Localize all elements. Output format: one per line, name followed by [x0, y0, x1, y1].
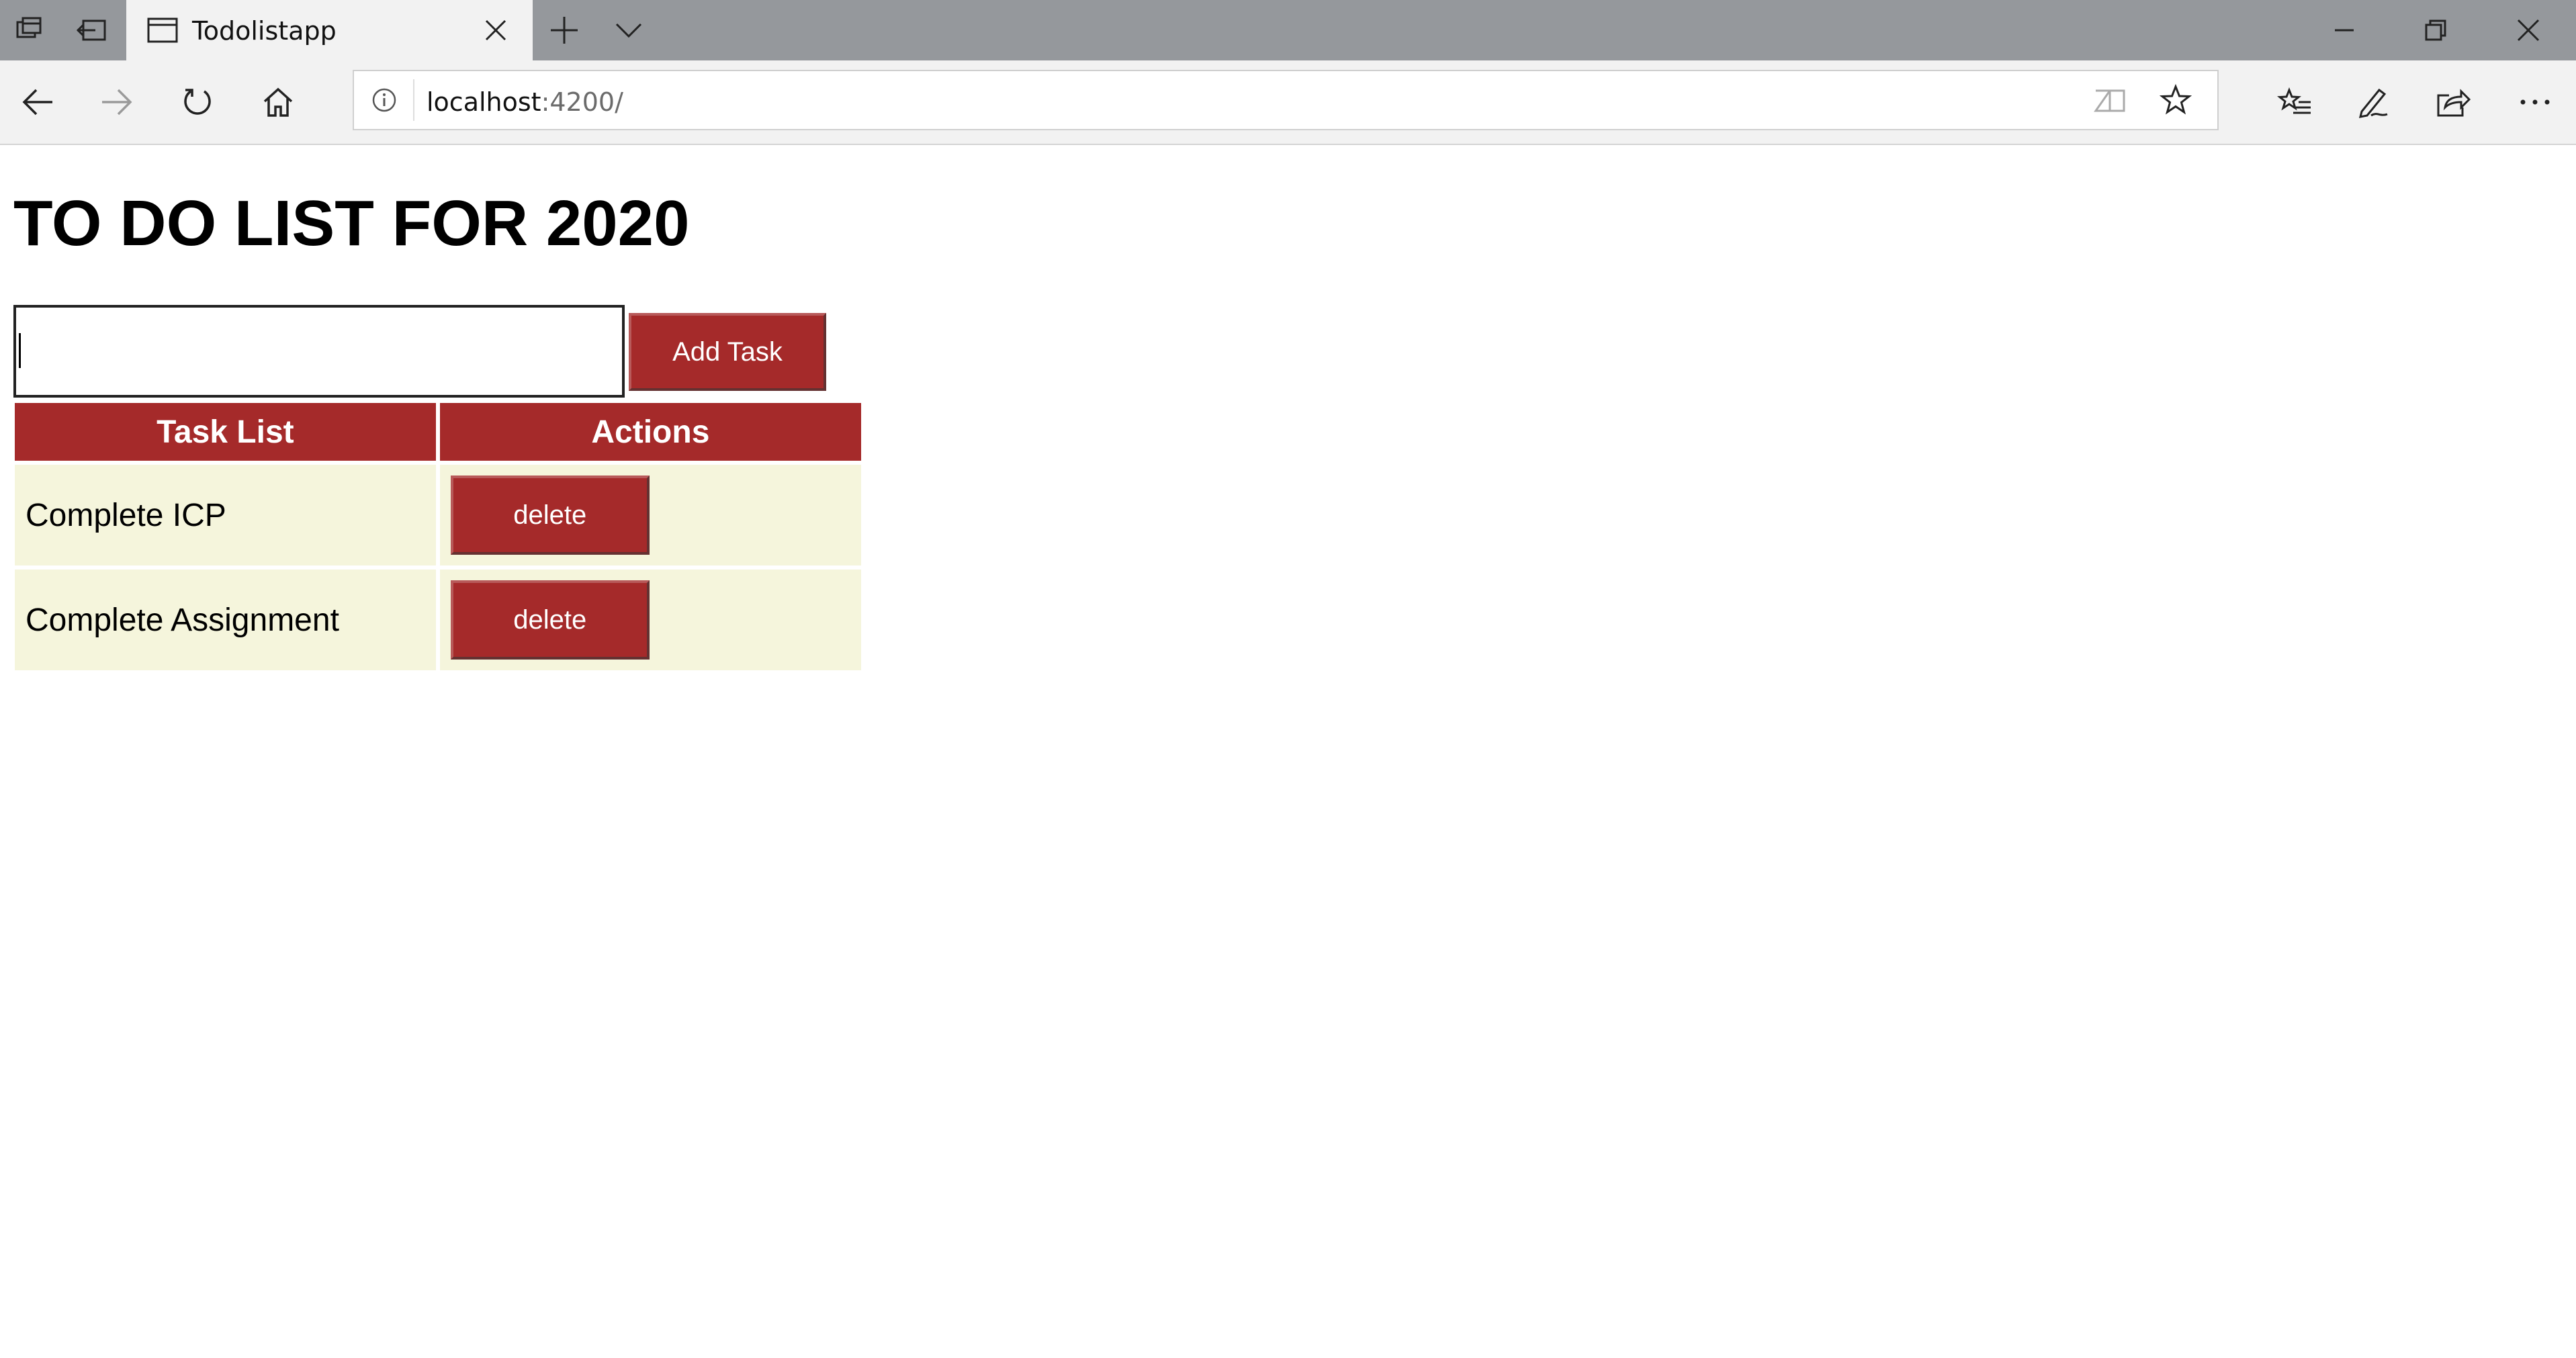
table-row: Complete ICP delete	[15, 465, 861, 565]
action-cell: delete	[439, 465, 861, 565]
page-icon	[142, 0, 183, 60]
table-header-row: Task List Actions	[15, 403, 861, 461]
more-icon[interactable]	[2514, 60, 2557, 144]
new-tab-icon[interactable]	[544, 0, 584, 60]
restore-tabs-icon[interactable]	[73, 0, 113, 60]
info-icon[interactable]	[367, 71, 401, 129]
tab-preview-chevron-icon[interactable]	[609, 0, 649, 60]
action-cell: delete	[439, 570, 861, 670]
url-text[interactable]: localhost:4200/	[427, 87, 623, 117]
address-bar[interactable]: localhost:4200/	[353, 70, 2219, 130]
delete-button[interactable]: delete	[450, 476, 650, 555]
tab-title: Todolistapp	[192, 16, 337, 46]
restore-window-icon[interactable]	[2415, 0, 2456, 60]
refresh-icon[interactable]	[176, 60, 219, 144]
pen-icon[interactable]	[2352, 60, 2395, 144]
tab-todolistapp[interactable]: Todolistapp	[126, 0, 533, 60]
task-input[interactable]	[13, 305, 625, 398]
task-cell: Complete Assignment	[15, 570, 436, 670]
page-content: TO DO LIST FOR 2020 Add Task Task List A…	[0, 145, 2576, 1358]
close-tab-icon[interactable]	[476, 0, 516, 60]
tabs-aside-icon[interactable]	[9, 0, 50, 60]
column-header-task-list: Task List	[15, 403, 436, 461]
text-caret	[19, 333, 21, 368]
table-row: Complete Assignment delete	[15, 570, 861, 670]
favorite-star-icon[interactable]	[2156, 71, 2196, 129]
tab-bar: Todolistapp	[0, 0, 2576, 60]
minimize-icon[interactable]	[2324, 0, 2364, 60]
url-host: localhost	[427, 87, 541, 117]
favorites-list-icon[interactable]	[2273, 60, 2316, 144]
navigation-toolbar: localhost:4200/	[0, 60, 2576, 145]
back-icon[interactable]	[16, 60, 59, 144]
task-cell: Complete ICP	[15, 465, 436, 565]
delete-button[interactable]: delete	[450, 580, 650, 660]
close-window-icon[interactable]	[2508, 0, 2548, 60]
add-task-button[interactable]: Add Task	[629, 313, 826, 391]
reading-view-icon[interactable]	[2090, 71, 2130, 129]
share-icon[interactable]	[2432, 60, 2475, 144]
forward-icon[interactable]	[95, 60, 138, 144]
home-icon[interactable]	[257, 60, 300, 144]
column-header-actions: Actions	[439, 403, 861, 461]
task-table: Task List Actions Complete ICP delete Co…	[11, 399, 865, 674]
url-path: :4200/	[541, 87, 623, 117]
page-title: TO DO LIST FOR 2020	[13, 187, 690, 259]
